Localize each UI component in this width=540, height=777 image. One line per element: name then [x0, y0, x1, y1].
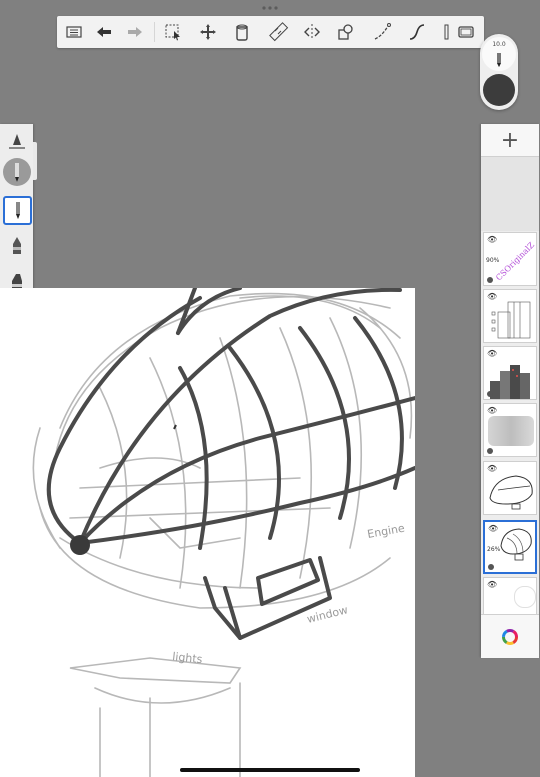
layers-list-icon[interactable]	[62, 20, 86, 44]
color-wheel-icon	[502, 628, 518, 645]
blimp-sketch: Engine window lights	[32, 288, 415, 777]
pencil-brush[interactable]	[3, 196, 32, 225]
home-indicator[interactable]	[180, 768, 360, 772]
shapes-icon[interactable]	[334, 20, 358, 44]
eye-icon[interactable]: 👁	[487, 235, 497, 244]
top-toolbar	[57, 16, 484, 48]
add-layer-button[interactable]: +	[481, 124, 539, 157]
ruler-icon[interactable]	[267, 20, 291, 44]
clouds-thumb	[488, 416, 534, 446]
selection-icon[interactable]	[161, 20, 185, 44]
brush-puck[interactable]: 10.0	[480, 34, 518, 110]
layer-thumbnail-city[interactable]: 👁	[483, 346, 537, 400]
brush-size-value: 10.0	[492, 41, 506, 48]
blimp-lines-thumb	[489, 475, 533, 510]
layer-thumbnail-watermark[interactable]: 👁 90% CSOriginalZ	[483, 232, 537, 286]
blimp-sketch-thumb	[500, 528, 532, 561]
brush-size-puck[interactable]: 10.0	[482, 37, 516, 71]
pencil-icon	[15, 201, 20, 219]
watermark-label: CSOriginalZ	[494, 240, 537, 283]
perspective-icon[interactable]	[370, 20, 394, 44]
lights-annotation: lights	[172, 650, 204, 666]
fullscreen-icon[interactable]	[454, 20, 478, 44]
eye-icon[interactable]: 👁	[487, 406, 497, 415]
size-pencil-icon	[15, 163, 19, 182]
blend-icon[interactable]	[487, 448, 493, 454]
curve-icon[interactable]	[405, 20, 429, 44]
toolbar-divider	[154, 22, 155, 42]
ballpoint-brush[interactable]	[4, 232, 30, 258]
city-thumb	[490, 365, 530, 399]
layers-panel: + 👁 90% CSOriginalZ 👁 👁 👁 👁 👁 26% 👁	[481, 124, 539, 658]
layer-opacity: 90%	[486, 257, 500, 264]
buildings-sketch-thumb	[491, 301, 531, 339]
drawing-canvas[interactable]: Engine window lights	[0, 288, 415, 777]
color-puck[interactable]	[483, 74, 515, 106]
undo-icon[interactable]	[92, 20, 116, 44]
layer-placeholder	[481, 157, 539, 231]
blend-icon[interactable]	[488, 564, 494, 570]
eye-icon[interactable]: 👁	[487, 349, 497, 358]
transform-icon[interactable]	[196, 20, 220, 44]
palette-drag-handle[interactable]	[33, 142, 37, 180]
color-editor-button[interactable]	[481, 614, 539, 658]
symmetry-icon[interactable]	[300, 20, 324, 44]
layer-thumbnail-blimp-lines[interactable]: 👁	[483, 461, 537, 515]
layer-thumbnail-buildings-sketch[interactable]: 👁	[483, 289, 537, 343]
eye-icon[interactable]: 👁	[487, 580, 497, 589]
layer-thumbnail-clouds[interactable]: 👁	[483, 403, 537, 457]
pencil-icon	[497, 53, 501, 67]
blend-icon[interactable]	[487, 277, 493, 283]
redo-icon[interactable]	[123, 20, 147, 44]
toolbar-grabber-icon[interactable]	[260, 4, 280, 12]
engine-annotation: Engine	[366, 522, 406, 541]
layer-preview-circle	[514, 586, 536, 608]
opacity-slider-icon[interactable]	[4, 129, 30, 155]
fill-icon[interactable]	[230, 20, 254, 44]
layer-thumbnail-blimp-sketch[interactable]: 👁 26%	[483, 520, 537, 574]
blend-icon[interactable]	[487, 391, 493, 397]
